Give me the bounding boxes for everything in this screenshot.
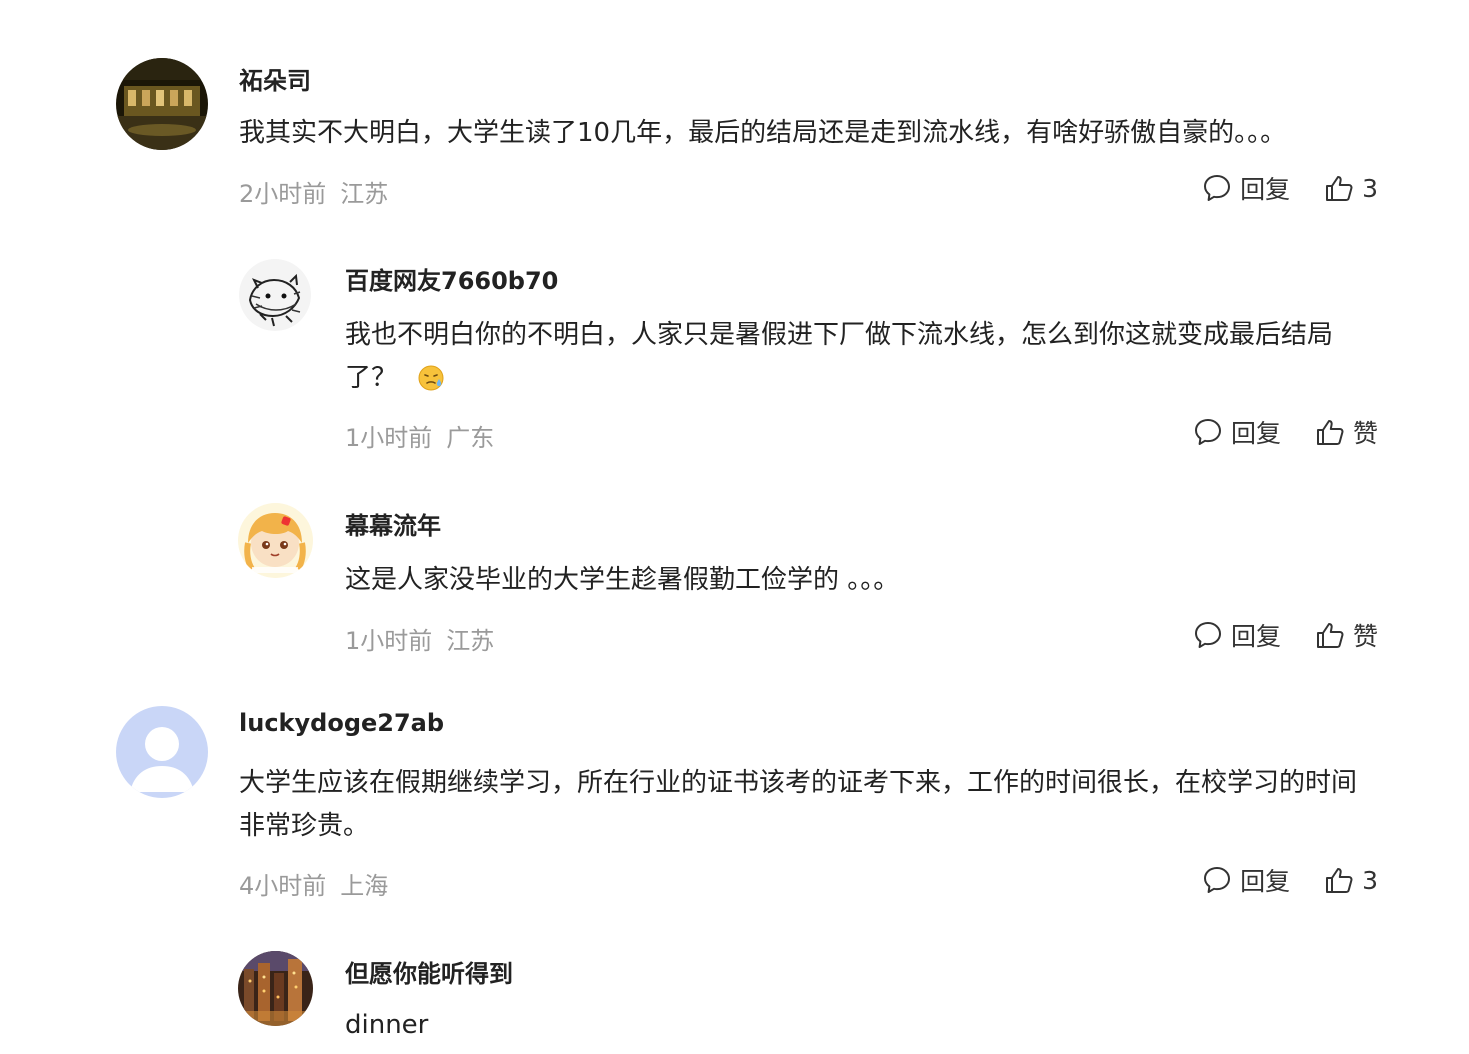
like-button[interactable]: 3	[1324, 865, 1378, 895]
comment-meta: 2小时前 江苏	[239, 174, 388, 209]
like-button[interactable]: 赞	[1315, 617, 1378, 653]
username[interactable]: 但愿你能听得到	[345, 954, 513, 989]
thumbs-up-icon	[1315, 417, 1345, 447]
comment-location: 广东	[446, 424, 495, 452]
avatar[interactable]	[238, 258, 313, 333]
avatar[interactable]	[238, 503, 313, 578]
reply-button[interactable]: 回复	[1202, 862, 1290, 898]
sweat-emoji-icon	[417, 363, 445, 406]
comment-meta: 1小时前 广东	[345, 418, 494, 453]
comment-time: 4小时前	[239, 872, 327, 900]
comment-bubble-icon	[1193, 620, 1223, 650]
username[interactable]: 百度网友7660b70	[345, 261, 558, 296]
comment-actions: 回复 3	[1202, 862, 1378, 898]
username[interactable]: 幕幕流年	[345, 506, 441, 541]
like-count: 3	[1362, 173, 1378, 203]
comment-bubble-icon	[1193, 417, 1223, 447]
like-button[interactable]: 赞	[1315, 414, 1378, 450]
comment-item: 祏朵司 我其实不大明白，大学生读了10几年，最后的结局还是走到流水线，有啥好骄傲…	[116, 58, 1378, 218]
comment-meta: 1小时前 江苏	[345, 621, 494, 656]
like-label: 赞	[1352, 622, 1378, 651]
reply-item: 但愿你能听得到 dinner	[238, 951, 1378, 1054]
like-count: 3	[1362, 865, 1378, 895]
comment-text: 大学生应该在假期继续学习，所在行业的证书该考的证考下来，工作的时间很长，在校学习…	[239, 768, 1358, 841]
comment-item: luckydoge27ab 大学生应该在假期继续学习，所在行业的证书该考的证考下…	[116, 706, 1378, 906]
thumbs-up-icon	[1324, 173, 1354, 203]
username[interactable]: luckydoge27ab	[239, 709, 444, 737]
comment-actions: 回复 赞	[1193, 617, 1378, 653]
comment-time: 1小时前	[345, 627, 433, 655]
comment-actions: 回复 3	[1202, 170, 1378, 206]
reply-label: 回复	[1230, 419, 1281, 448]
comment-location: 江苏	[446, 627, 495, 655]
comment-text: 我其实不大明白，大学生读了10几年，最后的结局还是走到流水线，有啥好骄傲自豪的。…	[239, 118, 1287, 148]
reply-button[interactable]: 回复	[1202, 170, 1290, 206]
reply-button[interactable]: 回复	[1193, 414, 1281, 450]
comment-time: 1小时前	[345, 424, 433, 452]
avatar[interactable]	[116, 706, 208, 798]
comment-bubble-icon	[1202, 865, 1232, 895]
comment-location: 上海	[340, 872, 389, 900]
reply-item: 百度网友7660b70 我也不明白你的不明白，人家只是暑假进下厂做下流水线，怎么…	[238, 258, 1378, 458]
like-button[interactable]: 3	[1324, 173, 1378, 203]
comment-actions: 回复 赞	[1193, 414, 1378, 450]
reply-item: 幕幕流年 这是人家没毕业的大学生趁暑假勤工俭学的 。。。 1小时前 江苏 回复 赞	[238, 503, 1378, 663]
comment-meta: 4小时前 上海	[239, 866, 388, 901]
reply-label: 回复	[1240, 175, 1291, 204]
comment-text: dinner	[345, 1010, 429, 1040]
thumbs-up-icon	[1315, 620, 1345, 650]
thumbs-up-icon	[1324, 865, 1354, 895]
comment-location: 江苏	[340, 180, 389, 208]
comment-bubble-icon	[1202, 173, 1232, 203]
avatar[interactable]	[238, 951, 313, 1026]
comment-text: 我也不明白你的不明白，人家只是暑假进下厂做下流水线，怎么到你这就变成最后结局了？	[345, 314, 1378, 406]
username[interactable]: 祏朵司	[239, 61, 311, 96]
reply-button[interactable]: 回复	[1193, 617, 1281, 653]
like-label: 赞	[1352, 419, 1378, 448]
reply-label: 回复	[1240, 867, 1291, 896]
reply-label: 回复	[1230, 622, 1281, 651]
comment-text: 这是人家没毕业的大学生趁暑假勤工俭学的 。。。	[345, 565, 900, 595]
comment-time: 2小时前	[239, 180, 327, 208]
avatar[interactable]	[116, 58, 208, 150]
